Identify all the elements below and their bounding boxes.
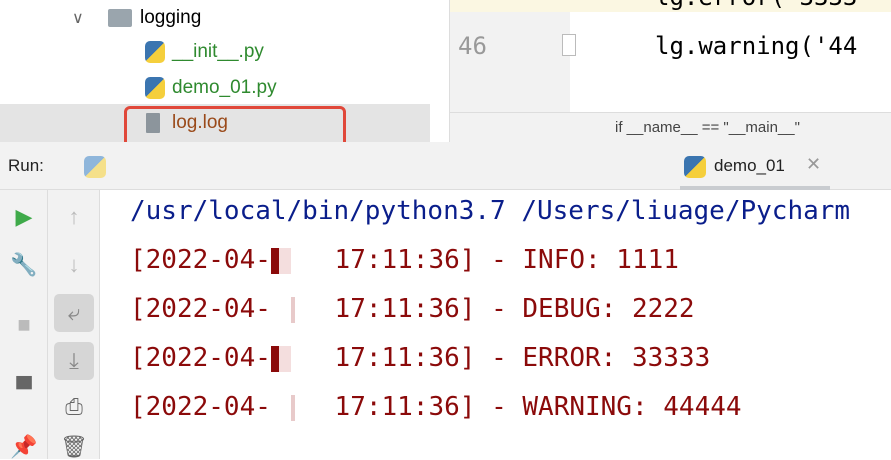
close-icon[interactable]: ✕ xyxy=(806,154,821,175)
log-line: [2022-04- 17:11:36] - WARNING: 44444 xyxy=(130,392,742,422)
tree-file-log[interactable]: log.log xyxy=(0,104,430,148)
folder-label: logging xyxy=(140,7,202,28)
divider xyxy=(430,0,450,142)
file-label: __init__.py xyxy=(172,41,264,62)
log-line: [2022-04- 17:11:36] - DEBUG: 2222 xyxy=(130,294,695,324)
tree-folder-logging[interactable]: ∨ logging xyxy=(0,0,430,36)
log-date: [2022-04- xyxy=(130,343,271,373)
python-icon xyxy=(84,156,106,178)
run-icon[interactable]: ▶ xyxy=(4,204,44,230)
code-line-45: lg.error('3333 xyxy=(655,0,857,11)
breadcrumb[interactable]: if __name__ == "__main__" xyxy=(450,112,891,142)
fold-marker-icon[interactable] xyxy=(562,34,576,56)
file-label: demo_01.py xyxy=(172,77,277,98)
log-text: 17:11:36] - INFO: 1111 xyxy=(318,245,679,275)
console-toolbar: ↑ ↓ ⤶ ⤓ ⎙ 🗑 xyxy=(48,190,100,459)
run-side-toolbar: ▶ 🔧 ■ ▀ 📌 xyxy=(0,190,48,459)
log-date: [2022-04- xyxy=(130,294,271,324)
log-text: 17:11:36] - DEBUG: 2222 xyxy=(318,294,695,324)
log-line: [2022-04- 17:11:36] - INFO: 1111 xyxy=(130,245,679,275)
tree-file-demo[interactable]: demo_01.py xyxy=(0,70,430,106)
arrow-up-icon[interactable]: ↑ xyxy=(54,204,94,230)
pin-icon[interactable]: 📌 xyxy=(4,434,44,460)
stop-icon[interactable]: ■ xyxy=(4,312,44,338)
log-date: [2022-04- xyxy=(130,392,271,422)
soft-wrap-icon[interactable]: ⤶ xyxy=(54,294,94,332)
code-editor[interactable]: lg.error('3333 46 lg.warning('44 if __na… xyxy=(450,0,891,142)
python-icon xyxy=(684,156,706,178)
arrow-down-icon[interactable]: ↓ xyxy=(54,252,94,278)
scroll-to-end-icon[interactable]: ⤓ xyxy=(54,342,94,380)
log-line: [2022-04- 17:11:36] - ERROR: 33333 xyxy=(130,343,710,373)
log-text: 17:11:36] - WARNING: 44444 xyxy=(318,392,742,422)
wrench-icon[interactable]: 🔧 xyxy=(4,252,44,278)
redacted-date xyxy=(270,394,319,421)
python-file-icon xyxy=(145,77,165,99)
python-file-icon xyxy=(145,41,165,63)
chevron-down-icon[interactable]: ∨ xyxy=(72,8,84,28)
redacted-date xyxy=(270,296,319,323)
redacted-date xyxy=(270,247,319,274)
trash-icon[interactable]: 🗑 xyxy=(54,434,94,460)
tab-label: demo_01 xyxy=(714,156,785,175)
folder-icon xyxy=(108,9,132,27)
redacted-date xyxy=(270,345,319,372)
code-line-46: lg.warning('44 xyxy=(655,32,858,60)
log-text: 17:11:36] - ERROR: 33333 xyxy=(318,343,711,373)
line-number: 46 xyxy=(458,32,487,60)
log-date: [2022-04- xyxy=(130,245,271,275)
project-tree: ∨ logging __init__.py demo_01.py log.log xyxy=(0,0,430,148)
console-command: /usr/local/bin/python3.7 /Users/liuage/P… xyxy=(130,196,851,226)
run-label: Run: xyxy=(8,156,44,175)
run-toolbar: Run: demo_01 ✕ xyxy=(0,142,891,190)
tab-demo-01[interactable]: demo_01 ✕ xyxy=(680,152,830,190)
layout-icon[interactable]: ▀ xyxy=(4,376,44,402)
print-icon[interactable]: ⎙ xyxy=(54,394,94,420)
tree-file-init[interactable]: __init__.py xyxy=(0,34,430,70)
